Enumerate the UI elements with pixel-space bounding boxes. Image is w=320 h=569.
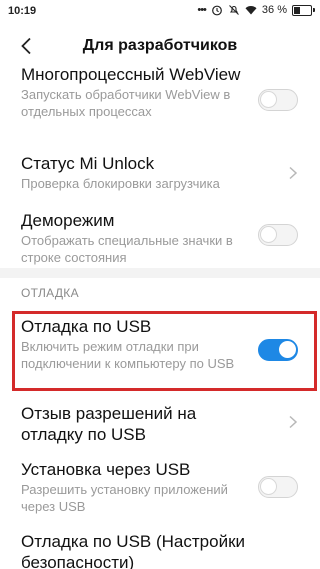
setting-subtitle: Отображать специальные значки в строке с… <box>21 233 233 265</box>
toggle-knob <box>260 478 277 495</box>
multiprocess-webview-toggle[interactable] <box>258 89 298 111</box>
demo-mode-toggle[interactable] <box>258 224 298 246</box>
status-time: 10:19 <box>8 5 37 17</box>
developer-options-screen: 10:19 ••• 36 % Для разработчиков Многопр… <box>0 0 320 569</box>
setting-title: Отладка по USB (Настройки безопасности) <box>21 532 245 569</box>
setting-usb-debugging-security[interactable]: Отладка по USB (Настройки безопасности) <box>0 531 320 569</box>
setting-subtitle: Разрешить установку приложений через USB <box>21 482 228 514</box>
alarm-icon <box>212 5 222 16</box>
silent-icon <box>229 5 239 15</box>
setting-title: Установка через USB <box>21 460 191 479</box>
status-icons: ••• 36 % <box>197 4 315 16</box>
section-header-debug: ОТЛАДКА <box>21 286 79 300</box>
setting-title: Деморежим <box>21 211 115 230</box>
install-via-usb-toggle[interactable] <box>258 476 298 498</box>
page-title: Для разработчиков <box>82 37 238 54</box>
toggle-knob <box>260 91 277 108</box>
setting-title: Многопроцессный WebView <box>21 65 241 84</box>
battery-percent: 36 % <box>261 4 287 16</box>
chevron-right-icon <box>289 415 298 429</box>
dots-icon: ••• <box>197 4 207 16</box>
title-bar: Для разработчиков <box>0 24 320 68</box>
setting-revoke-usb-debug-auth[interactable]: Отзыв разрешений на отладку по USB <box>0 403 320 445</box>
highlight-frame <box>12 311 317 391</box>
setting-title: Отзыв разрешений на отладку по USB <box>21 404 197 444</box>
setting-subtitle: Запускать обработчики WebView в отдельны… <box>21 87 231 119</box>
setting-title: Статус Mi Unlock <box>21 154 155 173</box>
toggle-knob <box>260 226 277 243</box>
status-bar: 10:19 ••• 36 % <box>0 0 320 24</box>
chevron-right-icon <box>289 166 298 180</box>
wifi-icon <box>245 6 257 15</box>
setting-mi-unlock-status[interactable]: Статус Mi Unlock Проверка блокировки заг… <box>0 153 320 192</box>
section-divider <box>0 268 320 278</box>
battery-icon <box>292 4 315 16</box>
setting-subtitle: Проверка блокировки загрузчика <box>21 176 220 191</box>
